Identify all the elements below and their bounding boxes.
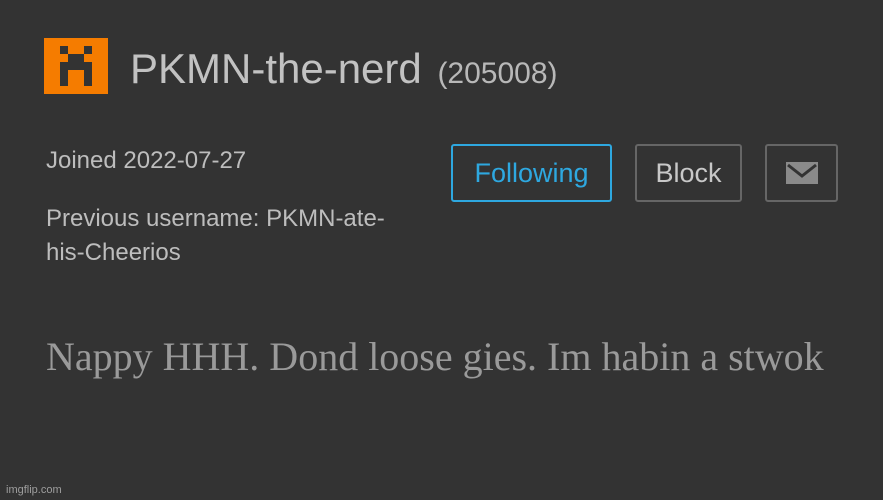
profile-header: PKMN-the-nerd (205008) xyxy=(130,44,558,99)
following-button-label: Following xyxy=(474,157,589,188)
user-points: (205008) xyxy=(437,57,558,90)
block-button[interactable]: Block xyxy=(635,144,742,202)
watermark: imgflip.com xyxy=(6,484,62,496)
avatar xyxy=(44,38,108,94)
following-button[interactable]: Following xyxy=(451,144,612,202)
message-button[interactable] xyxy=(765,144,838,202)
user-bio: Nappy HHH. Dond loose gies. Im habin a s… xyxy=(46,334,824,379)
joined-date: Joined 2022-07-27 xyxy=(46,147,247,174)
block-button-label: Block xyxy=(655,157,722,188)
username[interactable]: PKMN-the-nerd xyxy=(130,45,422,92)
previous-username: Previous username: PKMN-ate-his-Cheerios xyxy=(46,205,385,266)
envelope-icon xyxy=(785,162,818,184)
pixel-creeper-icon xyxy=(44,38,108,94)
